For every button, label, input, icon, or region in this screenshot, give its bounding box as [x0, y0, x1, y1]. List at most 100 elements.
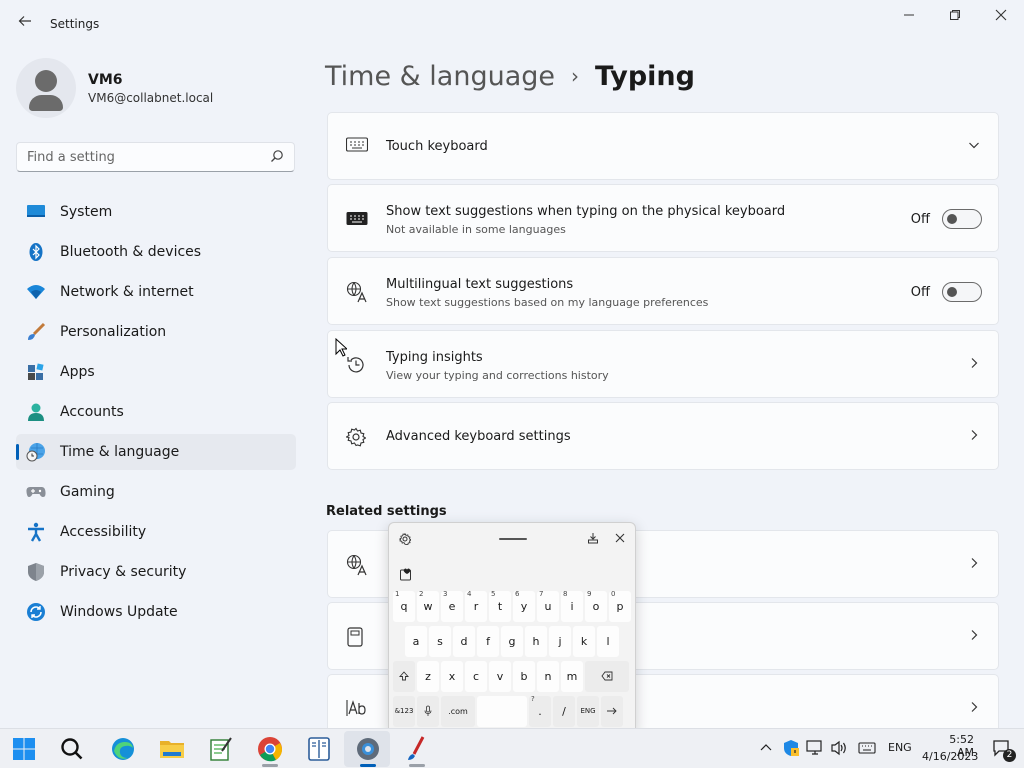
sidebar-item-privacy[interactable]: Privacy & security	[16, 554, 296, 590]
keyboard-row-1: 1q 2w 3e 4r 5t 6y 7u 8i 9o 0p	[393, 590, 633, 622]
breadcrumb-parent[interactable]: Time & language	[325, 61, 555, 92]
start-icon[interactable]	[10, 735, 38, 763]
chevron-down-icon[interactable]	[968, 139, 980, 151]
key-x[interactable]: x	[441, 661, 463, 692]
key-g[interactable]: g	[501, 626, 523, 657]
key-h[interactable]: h	[525, 626, 547, 657]
key-z[interactable]: z	[417, 661, 439, 692]
back-arrow-icon[interactable]	[14, 12, 36, 34]
notepad-icon[interactable]	[207, 735, 235, 763]
key-u[interactable]: 7u	[537, 590, 559, 622]
period-key[interactable]: ?.	[529, 695, 551, 727]
key-c[interactable]: c	[465, 661, 487, 692]
microphone-icon	[424, 705, 432, 716]
chevron-right-icon[interactable]	[968, 357, 980, 369]
key-v[interactable]: v	[489, 661, 511, 692]
key-k[interactable]: k	[573, 626, 595, 657]
network-icon[interactable]	[806, 740, 824, 756]
sidebar-item-network[interactable]: Network & internet	[16, 274, 296, 310]
system-icon	[26, 202, 46, 222]
multilingual-subtitle: Show text suggestions based on my langua…	[386, 296, 709, 309]
enter-key[interactable]	[601, 696, 623, 727]
sidebar-item-windows-update[interactable]: Windows Update	[16, 594, 296, 630]
touch-keyboard[interactable]: 1q 2w 3e 4r 5t 6y 7u 8i 9o 0p a s d f g …	[388, 522, 636, 734]
key-e[interactable]: 3e	[441, 590, 463, 622]
sidebar-item-personalization[interactable]: Personalization	[16, 314, 296, 350]
search-box[interactable]	[16, 142, 295, 172]
shield-icon	[26, 562, 46, 582]
key-d[interactable]: d	[453, 626, 475, 657]
space-key[interactable]	[477, 696, 527, 727]
keyboard-icon	[346, 137, 368, 152]
sidebar-item-accounts[interactable]: Accounts	[16, 394, 296, 430]
edge-icon[interactable]	[109, 735, 137, 763]
key-t[interactable]: 5t	[489, 590, 511, 622]
avatar[interactable]	[16, 58, 76, 118]
keyboard-close-icon[interactable]	[615, 533, 625, 543]
close-icon[interactable]	[987, 6, 1015, 28]
key-s[interactable]: s	[429, 626, 451, 657]
key-a[interactable]: a	[405, 626, 427, 657]
breadcrumb: Time & language › Typing	[325, 58, 695, 94]
emoji-clipboard-icon[interactable]	[399, 567, 413, 581]
chevron-right-icon[interactable]	[968, 557, 980, 569]
sidebar-item-apps[interactable]: Apps	[16, 354, 296, 390]
slash-key[interactable]: /	[553, 696, 575, 727]
sidebar-item-time-language[interactable]: Time & language	[16, 434, 296, 470]
drag-handle[interactable]	[499, 538, 527, 540]
user-email: VM6@collabnet.local	[88, 91, 214, 105]
multilingual-toggle[interactable]	[942, 282, 982, 302]
maximize-icon[interactable]	[941, 6, 969, 28]
search-icon[interactable]	[270, 149, 284, 163]
typing-insights-card[interactable]: Typing insights View your typing and cor…	[327, 330, 999, 398]
touch-keyboard-title: Touch keyboard	[386, 139, 488, 154]
chevron-right-icon[interactable]	[968, 629, 980, 641]
key-m[interactable]: m	[561, 661, 583, 692]
sidebar-item-gaming[interactable]: Gaming	[16, 474, 296, 510]
chevron-right-icon[interactable]	[968, 701, 980, 713]
dotcom-key[interactable]: .com	[441, 696, 475, 727]
language-key[interactable]: ENG	[577, 696, 599, 727]
microphone-key[interactable]	[417, 696, 439, 727]
security-shield-icon[interactable]	[782, 739, 800, 757]
key-w[interactable]: 2w	[417, 590, 439, 622]
clock-date[interactable]: 4/16/2023	[922, 750, 978, 763]
chevron-up-icon[interactable]	[760, 743, 772, 753]
shift-key[interactable]	[393, 661, 415, 692]
key-l[interactable]: l	[597, 626, 619, 657]
settings-gear-icon[interactable]	[354, 735, 382, 763]
settings-running-indicator	[360, 764, 376, 767]
symbols-key[interactable]: &123	[393, 696, 415, 727]
keyboard-settings-icon[interactable]	[399, 533, 411, 545]
advanced-keyboard-card[interactable]: Advanced keyboard settings	[327, 402, 999, 470]
volume-icon[interactable]	[830, 740, 848, 756]
paint-icon[interactable]	[403, 735, 431, 763]
key-b[interactable]: b	[513, 661, 535, 692]
backspace-key[interactable]	[585, 661, 629, 692]
file-explorer-icon[interactable]	[158, 735, 186, 763]
chevron-right-icon[interactable]	[968, 429, 980, 441]
reader-icon[interactable]	[305, 735, 333, 763]
text-suggestions-toggle[interactable]	[942, 209, 982, 229]
key-y[interactable]: 6y	[513, 590, 535, 622]
minimize-icon[interactable]	[895, 6, 923, 28]
key-j[interactable]: j	[549, 626, 571, 657]
key-o[interactable]: 9o	[585, 590, 607, 622]
key-n[interactable]: n	[537, 661, 559, 692]
language-icon	[346, 554, 367, 576]
chrome-icon[interactable]	[256, 735, 284, 763]
key-i[interactable]: 8i	[561, 590, 583, 622]
sidebar-item-bluetooth[interactable]: Bluetooth & devices	[16, 234, 296, 270]
search-icon[interactable]	[58, 735, 86, 763]
key-q[interactable]: 1q	[393, 590, 415, 622]
key-f[interactable]: f	[477, 626, 499, 657]
sidebar-item-system[interactable]: System	[16, 194, 296, 230]
key-r[interactable]: 4r	[465, 590, 487, 622]
sidebar-item-accessibility[interactable]: Accessibility	[16, 514, 296, 550]
search-input[interactable]	[17, 143, 257, 171]
touch-keyboard-card[interactable]: Touch keyboard	[327, 112, 999, 180]
dock-icon[interactable]	[587, 532, 599, 544]
language-indicator[interactable]: ENG	[888, 741, 912, 754]
key-p[interactable]: 0p	[609, 590, 631, 622]
touch-keyboard-tray-icon[interactable]	[858, 742, 876, 754]
